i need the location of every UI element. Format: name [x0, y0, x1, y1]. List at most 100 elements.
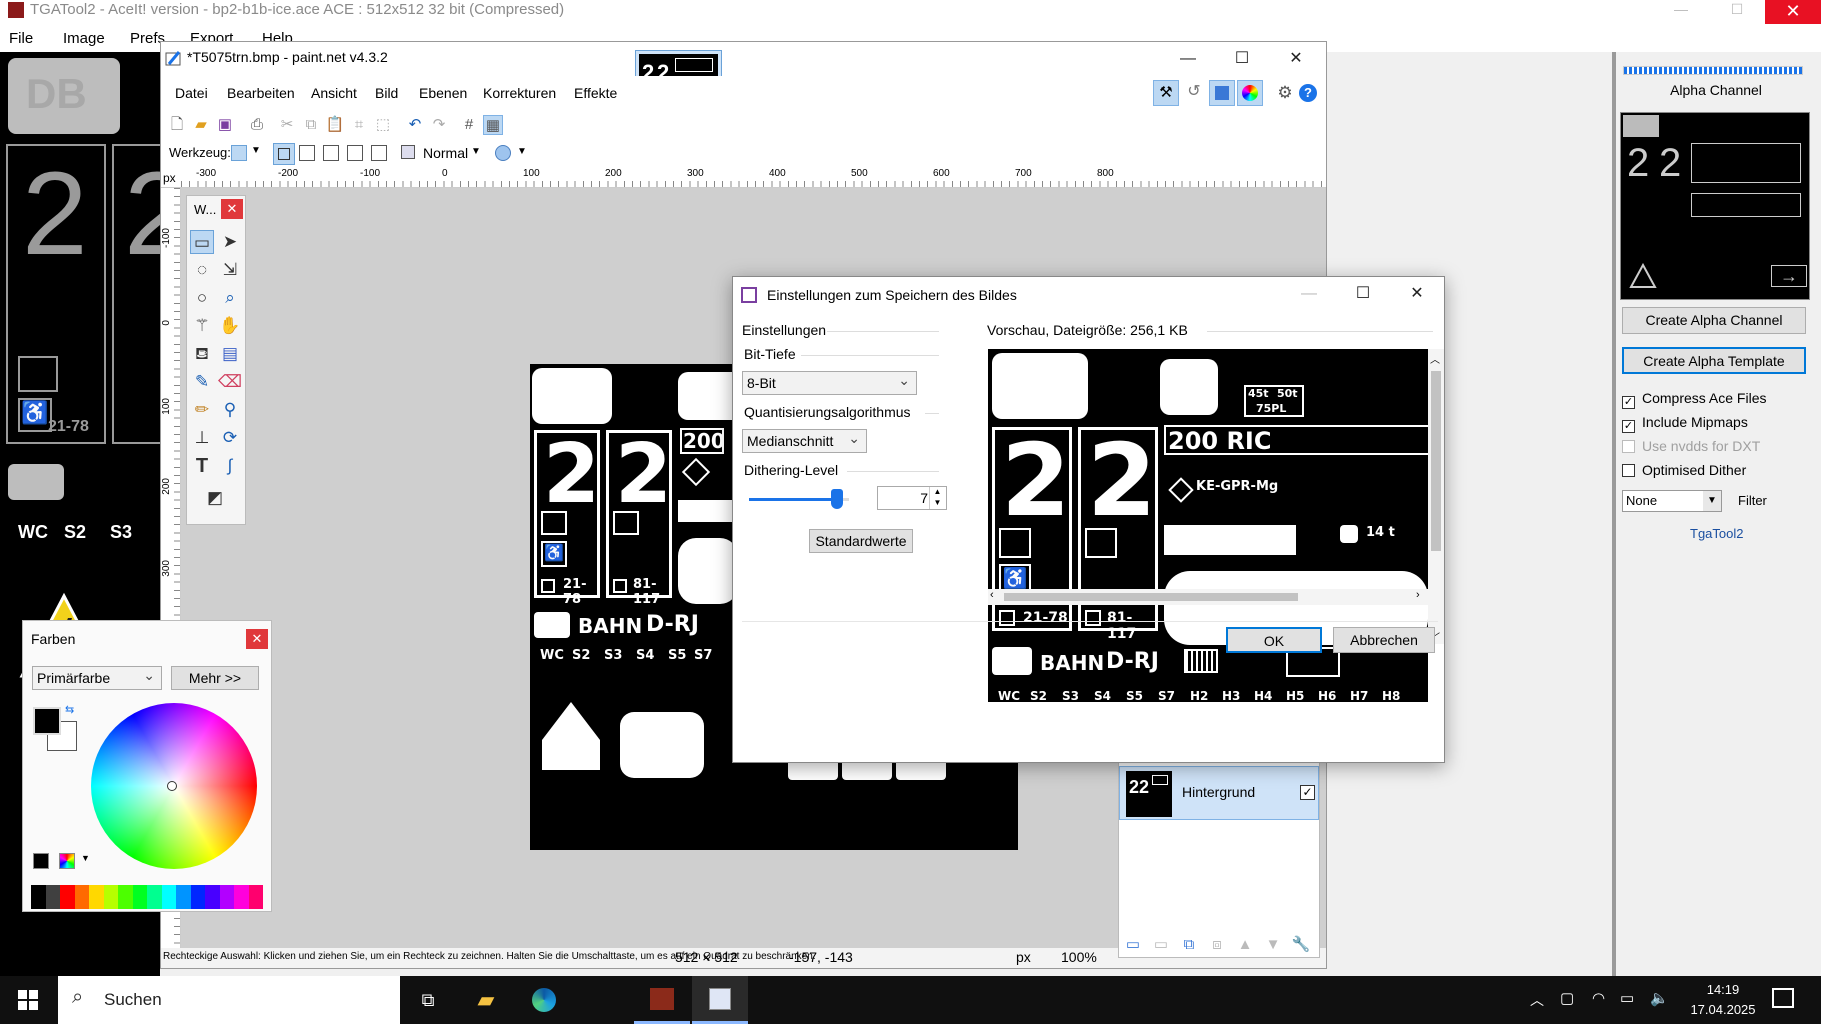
dithering-slider-thumb[interactable] [831, 489, 843, 509]
layers-window-toggle-icon[interactable] [1209, 80, 1235, 106]
include-mipmaps-checkbox[interactable]: ✓ Include Mipmaps [1622, 413, 1748, 433]
copy-icon[interactable]: ⧉ [301, 115, 321, 135]
colors-window-toggle-icon[interactable] [1237, 80, 1263, 106]
wifi-icon[interactable]: ◠ [1592, 989, 1605, 1007]
scrollbar-thumb[interactable] [1431, 371, 1441, 551]
palette-swatch[interactable] [234, 885, 249, 909]
chevron-down-icon[interactable]: ▼ [251, 145, 261, 156]
color-wheel-cursor[interactable] [167, 781, 177, 791]
spin-down-icon[interactable]: ▼ [929, 498, 945, 509]
palette-swatch[interactable] [118, 885, 133, 909]
battery-icon[interactable]: ▭ [1620, 989, 1634, 1007]
optimised-dither-checkbox[interactable]: Optimised Dither [1622, 461, 1746, 481]
palette-swatch[interactable] [31, 885, 46, 909]
chevron-down-icon[interactable]: ▼ [471, 146, 481, 157]
help-icon[interactable]: ? [1299, 84, 1317, 102]
spin-up-icon[interactable]: ▲ [929, 487, 945, 498]
create-alpha-channel-button[interactable]: Create Alpha Channel [1622, 307, 1806, 334]
save-icon[interactable]: ▣ [215, 115, 235, 135]
create-alpha-template-button[interactable]: Create Alpha Template [1622, 347, 1806, 374]
palette-swatch[interactable] [205, 885, 220, 909]
undo-icon[interactable]: ↶ [405, 115, 425, 135]
pan-hand-icon[interactable]: ✋ [218, 314, 242, 338]
color-picker-icon[interactable]: ⚲ [218, 398, 242, 422]
gradient-icon[interactable]: ▤ [218, 342, 242, 366]
selection-replace-icon[interactable] [273, 143, 295, 165]
paste-icon[interactable]: 📋 [325, 115, 345, 135]
new-file-icon[interactable]: 🗋 [167, 115, 187, 135]
scroll-right-icon[interactable]: › [1416, 589, 1420, 601]
palette-swatch[interactable] [89, 885, 104, 909]
selection-invert-icon[interactable] [371, 145, 387, 161]
paintnet-taskbar-icon[interactable] [692, 976, 748, 1024]
selection-union-icon[interactable] [299, 145, 315, 161]
volume-icon[interactable]: 🔈 [1650, 989, 1669, 1007]
ellipse-select-icon[interactable]: ○ [190, 286, 214, 310]
menu-effekte[interactable]: Effekte [574, 85, 617, 101]
pencil-icon[interactable]: ✏ [190, 398, 214, 422]
palette-swatch[interactable] [147, 885, 162, 909]
colors-close-button[interactable]: ✕ [246, 629, 268, 649]
palette-swatch[interactable] [103, 885, 118, 909]
history-icon[interactable]: ↺ [1181, 80, 1207, 106]
shapes-icon[interactable]: ◩ [195, 486, 235, 510]
quantization-select[interactable]: Medianschnitt [742, 427, 867, 453]
zoom-icon[interactable]: ⌕ [218, 286, 242, 310]
clone-stamp-icon[interactable]: ⊥ [190, 426, 214, 450]
cut-icon[interactable]: ✂ [277, 115, 297, 135]
task-view-icon[interactable]: ⧉ [400, 976, 456, 1024]
edge-browser-icon[interactable] [516, 976, 572, 1024]
palette-swatch[interactable] [74, 885, 89, 909]
zoom-level[interactable]: 100% [1061, 949, 1097, 965]
palette-swatch[interactable] [60, 885, 75, 909]
filter-select[interactable]: None ▼ [1622, 490, 1722, 512]
tools-close-button[interactable]: ✕ [221, 199, 243, 219]
layer-visibility-checkbox[interactable]: ✓ [1300, 785, 1315, 800]
menu-ansicht[interactable]: Ansicht [311, 85, 357, 101]
current-tool-icon[interactable] [231, 145, 247, 161]
settings-gear-icon[interactable]: ⚙ [1273, 80, 1297, 106]
menu-bearbeiten[interactable]: Bearbeiten [227, 85, 295, 101]
pdn-close-button[interactable]: ✕ [1268, 42, 1324, 76]
deselect-icon[interactable]: ⬚ [373, 115, 393, 135]
preview-horizontal-scrollbar[interactable]: ‹ › [988, 589, 1428, 605]
dialog-close-button[interactable]: ✕ [1389, 277, 1445, 311]
antialias-icon[interactable] [495, 145, 511, 161]
palette-swatch[interactable] [176, 885, 191, 909]
dialog-maximize-button[interactable]: ☐ [1335, 277, 1391, 311]
blend-mode-value[interactable]: Normal [423, 145, 468, 161]
lasso-icon[interactable]: ◌ [190, 258, 214, 282]
bit-depth-select[interactable]: 8-Bit [742, 369, 917, 395]
ok-button[interactable]: OK [1226, 627, 1322, 653]
more-button[interactable]: Mehr >> [171, 666, 259, 690]
text-icon[interactable]: T [190, 454, 214, 478]
menu-korrekturen[interactable]: Korrekturen [483, 85, 556, 101]
taskbar-search-box[interactable]: ⌕ Suchen [58, 976, 400, 1024]
primary-color-select[interactable]: Primärfarbe [32, 664, 162, 690]
preview-vertical-scrollbar[interactable]: ︿ ﹀ [1428, 349, 1444, 644]
print-icon[interactable]: ⎙ [247, 115, 267, 135]
layer-properties-icon[interactable]: 🔧 [1291, 935, 1311, 955]
tgatool-taskbar-icon[interactable] [634, 976, 690, 1024]
add-layer-icon[interactable]: ▭ [1123, 935, 1143, 955]
palette-swatch[interactable] [161, 885, 176, 909]
unit-select[interactable]: px [1016, 949, 1031, 965]
tga-menu-image[interactable]: Image [63, 30, 105, 47]
crop-icon[interactable]: ⌗ [349, 115, 369, 135]
defaults-button[interactable]: Standardwerte [809, 529, 913, 553]
compress-ace-checkbox[interactable]: ✓ Compress Ace Files [1622, 389, 1766, 409]
open-folder-icon[interactable]: ▰ [191, 115, 211, 135]
color-wheel[interactable] [91, 703, 257, 869]
redo-icon[interactable]: ↷ [429, 115, 449, 135]
tools-window-toggle-icon[interactable]: ⚒ [1153, 80, 1179, 106]
rectangle-select-icon[interactable]: ▭ [190, 230, 214, 254]
taskbar-clock[interactable]: 14:19 17.04.2025 [1683, 980, 1763, 1020]
layer-up-icon[interactable]: ▲ [1235, 935, 1255, 955]
layer-down-icon[interactable]: ▼ [1263, 935, 1283, 955]
delete-layer-icon[interactable]: ▭ [1151, 935, 1171, 955]
tgatool-close-button[interactable]: ✕ [1765, 0, 1821, 24]
layer-row[interactable]: 22 Hintergrund ✓ [1119, 766, 1319, 820]
menu-datei[interactable]: Datei [175, 85, 208, 101]
tga-menu-file[interactable]: File [9, 30, 33, 47]
eraser-icon[interactable]: ⌫ [218, 370, 242, 394]
